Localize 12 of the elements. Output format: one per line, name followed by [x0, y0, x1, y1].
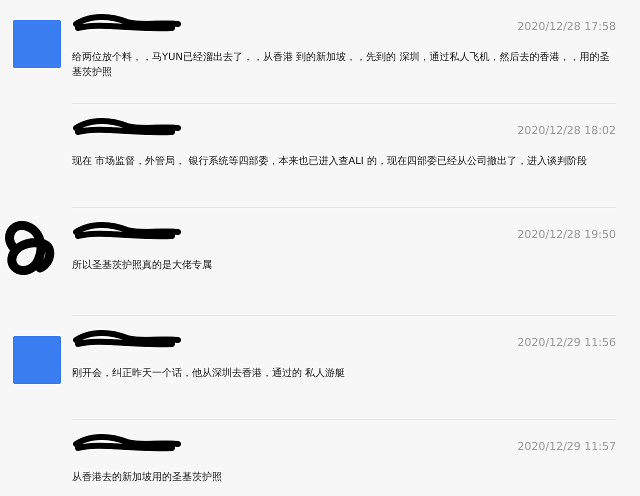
message-time: 2020/12/28 18:02: [517, 124, 616, 137]
avatar: [13, 20, 61, 68]
message-text: 刚开会，纠正昨天一个话，他从深圳去香港，通过的 私人游艇: [72, 366, 346, 381]
message-time: 2020/12/28 19:50: [517, 228, 616, 241]
message-time: 2020/12/29 11:57: [517, 440, 616, 453]
message-text: 所以圣基茨护照真的是大佬专属: [72, 258, 213, 273]
message-text: 现在 市场监督，外管局， 银行系统等四部委，本来也已进入查ALI 的，现在四部委已经从公司撤出了，进入谈判阶段: [72, 154, 588, 169]
message-text: 给两位放个料，，马YUN已经溜出去了，，从香港 到的新加坡，，先到的 深圳，通过私人飞机，然后去的香港，，用的圣基茨护照: [72, 50, 610, 80]
message-time: 2020/12/29 11:56: [517, 336, 616, 349]
avatar: [13, 336, 61, 384]
message-time: 2020/12/28 17:58: [517, 20, 616, 33]
message-text: 从香港去的新加坡用的圣基茨护照: [72, 470, 223, 485]
